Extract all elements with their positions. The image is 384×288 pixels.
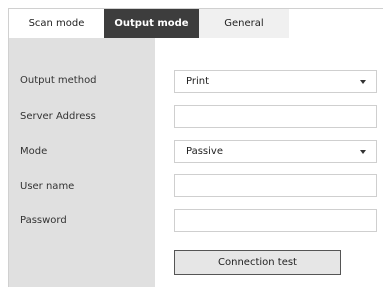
- user-name-field[interactable]: [174, 174, 377, 197]
- server-address-label: Server Address: [20, 111, 96, 122]
- password-label: Password: [20, 215, 67, 226]
- chevron-down-icon: [360, 150, 366, 154]
- mode-select[interactable]: Passive: [174, 140, 377, 163]
- tab-general[interactable]: General: [199, 9, 289, 38]
- password-field[interactable]: [174, 209, 377, 232]
- output-method-value: Print: [186, 76, 210, 87]
- output-method-label: Output method: [20, 75, 97, 86]
- tab-scan-mode[interactable]: Scan mode: [9, 9, 104, 38]
- labels-column: Output method Server Address Mode User n…: [9, 38, 155, 287]
- mode-label: Mode: [20, 146, 48, 157]
- chevron-down-icon: [360, 80, 366, 84]
- mode-value: Passive: [186, 146, 223, 157]
- connection-test-button[interactable]: Connection test: [174, 250, 341, 275]
- server-address-field[interactable]: [174, 105, 377, 128]
- settings-panel: Scan mode Output mode General Output met…: [8, 8, 383, 287]
- tab-bar: Scan mode Output mode General: [9, 9, 289, 38]
- tab-output-mode[interactable]: Output mode: [104, 9, 199, 38]
- fields-column: Print Passive Connection test: [155, 38, 383, 287]
- output-method-select[interactable]: Print: [174, 70, 377, 93]
- user-name-label: User name: [20, 181, 75, 192]
